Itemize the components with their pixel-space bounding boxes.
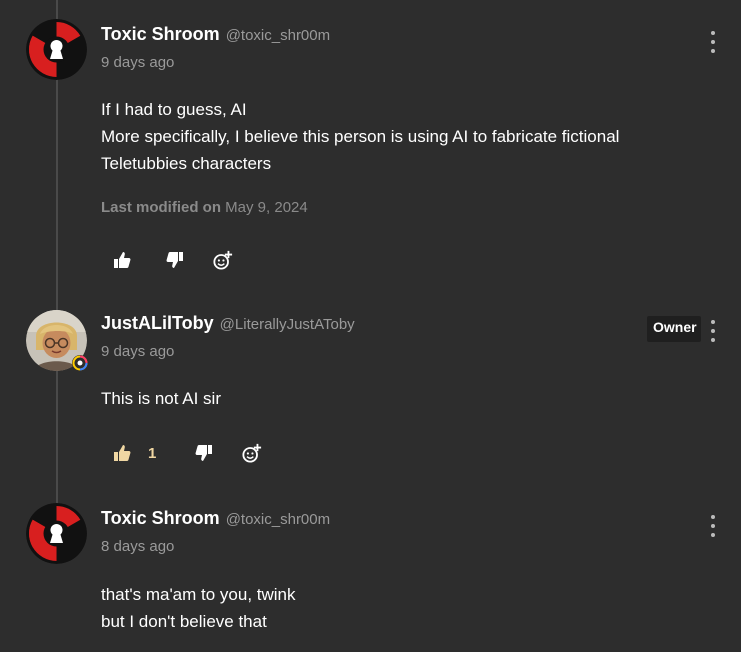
username[interactable]: Toxic Shroom [101, 24, 220, 45]
radiation-avatar-icon [26, 19, 87, 80]
avatar[interactable] [26, 503, 87, 564]
thumbs-up-icon[interactable] [112, 250, 132, 270]
more-options-icon[interactable] [706, 515, 720, 537]
handle[interactable]: @toxic_shr00m [226, 511, 330, 528]
handle[interactable]: @toxic_shr00m [226, 27, 330, 44]
comment-line: Teletubbies characters [101, 154, 272, 173]
comment: Toxic Shroom @toxic_shr00m 8 days ago th… [0, 503, 741, 652]
comment-thread: Toxic Shroom @toxic_shr00m 9 days ago If… [0, 0, 741, 652]
comment-line: that's ma'am to you, twink [101, 585, 296, 604]
add-reaction-icon[interactable] [242, 443, 262, 463]
timestamp: 9 days ago [101, 54, 175, 71]
comment-body: that's ma'am to you, twink but I don't b… [101, 581, 701, 635]
comment-line: More specifically, I believe this person… [101, 127, 620, 146]
like-count: 1 [148, 444, 157, 462]
comment-actions: 1 [112, 441, 262, 465]
avatar[interactable] [26, 19, 87, 80]
comment-line: but I don't believe that [101, 612, 267, 631]
comment-actions [112, 248, 233, 272]
username[interactable]: JustALilToby [101, 313, 214, 334]
comment-line: This is not AI sir [101, 389, 221, 408]
owner-badge: Owner [647, 316, 701, 342]
more-options-icon[interactable] [706, 31, 720, 53]
radiation-avatar-icon [26, 503, 87, 564]
username[interactable]: Toxic Shroom [101, 508, 220, 529]
comment-body: This is not AI sir [101, 385, 701, 412]
thumbs-up-icon[interactable] [112, 443, 132, 463]
more-options-icon[interactable] [706, 320, 720, 342]
comment-header: Toxic Shroom @toxic_shr00m [101, 24, 330, 50]
status-badge-icon [72, 355, 88, 371]
comment: Toxic Shroom @toxic_shr00m 9 days ago If… [0, 19, 741, 274]
add-reaction-icon[interactable] [213, 250, 233, 270]
timestamp: 8 days ago [101, 538, 175, 555]
modified-date: May 9, 2024 [225, 199, 308, 216]
comment-body: If I had to guess, AI More specifically,… [101, 96, 701, 177]
comment-header: Toxic Shroom @toxic_shr00m [101, 508, 330, 534]
thumbs-down-icon[interactable] [165, 250, 185, 270]
comment: JustALilToby @LiterallyJustAToby 9 days … [0, 310, 741, 483]
comment-header: JustALilToby @LiterallyJustAToby [101, 313, 355, 339]
thumbs-down-icon[interactable] [194, 443, 214, 463]
modified-label: Last modified on [101, 199, 221, 216]
timestamp: 9 days ago [101, 343, 175, 360]
handle[interactable]: @LiterallyJustAToby [220, 316, 355, 333]
comment-line: If I had to guess, AI [101, 100, 247, 119]
last-modified: Last modified on May 9, 2024 [101, 199, 308, 216]
